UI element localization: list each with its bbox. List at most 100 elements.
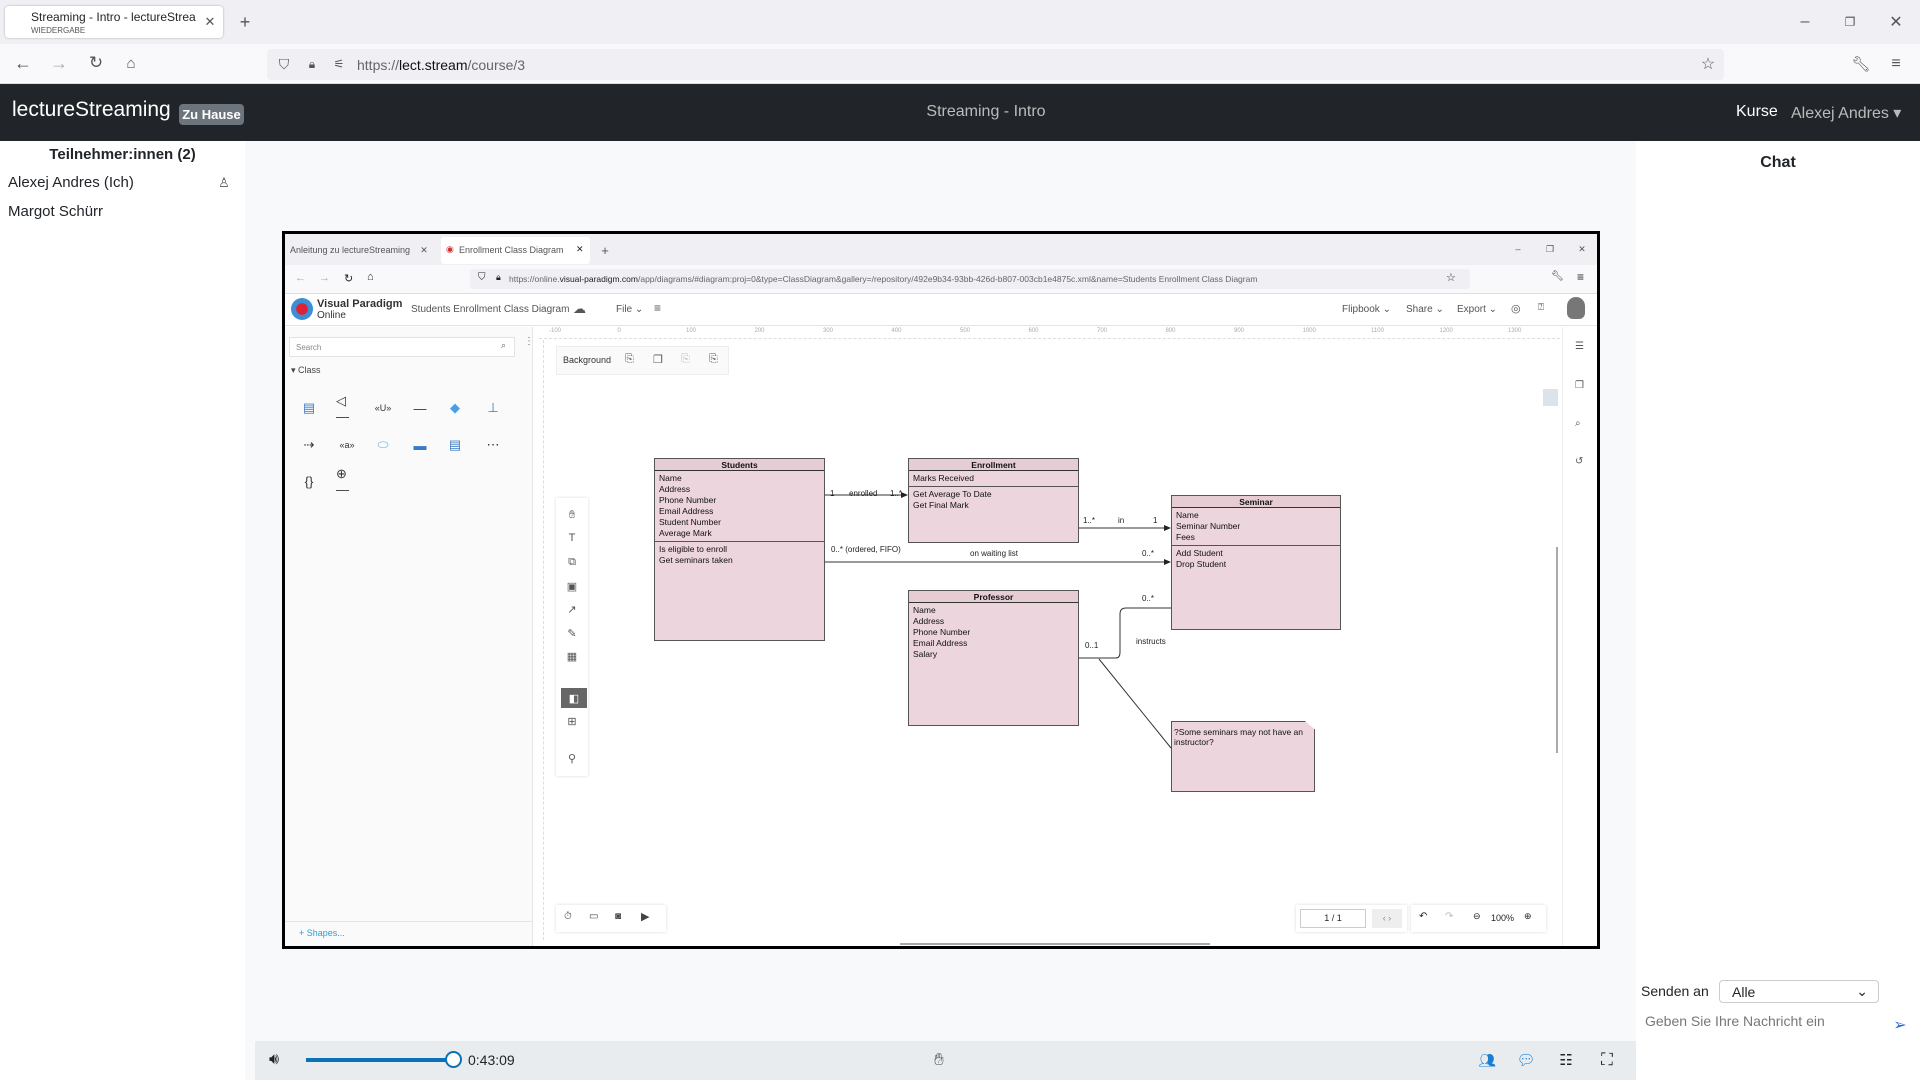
note-text: ?Some seminars may not have an instructo… xyxy=(1174,727,1303,747)
inner-close-icon: ✕ xyxy=(1578,243,1586,254)
class-name: Seminar xyxy=(1172,496,1340,508)
flipbook-label: Flipbook xyxy=(1342,304,1380,315)
recipient-value: Alle xyxy=(1732,984,1756,1000)
address-bar[interactable]: ⛉ 🔒︎ ⚟ https://lect.stream/course/3 ☆ xyxy=(267,49,1724,80)
note-icon: ▤ xyxy=(448,437,462,452)
association-label: enrolled xyxy=(849,489,878,498)
operations: Is eligible to enroll Get seminars taken xyxy=(655,542,824,568)
bookmark-star-icon[interactable]: ☆ xyxy=(1699,55,1717,73)
home-icon[interactable]: ⌂ xyxy=(121,53,141,73)
playback-time: 0:43:09 xyxy=(468,1052,515,1068)
close-tab-icon[interactable]: ✕ xyxy=(202,14,218,30)
comment-icon: ◙ xyxy=(615,911,622,922)
class-shape-icon: ▤ xyxy=(302,400,316,415)
minimize-icon[interactable]: – xyxy=(1795,12,1815,32)
back-icon[interactable]: ← xyxy=(13,53,33,73)
chat-icon[interactable]: 💬︎ xyxy=(1516,1050,1536,1070)
shield-icon[interactable]: ⛉ xyxy=(275,55,293,73)
ruler-tick: 800 xyxy=(1165,328,1176,334)
class-member: Address xyxy=(659,484,691,494)
inner-url: https://online.visual-paradigm.com/app/d… xyxy=(509,274,1257,284)
inner-home-icon: ⌂ xyxy=(367,271,374,283)
attributes: Name Address Phone Number Email Address Sala… xyxy=(909,603,1078,662)
close-window-icon[interactable]: ✕ xyxy=(1886,12,1906,32)
zoom-level: 100% xyxy=(1491,913,1515,923)
class-name: Professor xyxy=(909,591,1078,603)
brand[interactable]: lectureStreaming xyxy=(12,98,171,122)
bg-copy-icon: ❐ xyxy=(653,354,663,366)
ruler-tick: 700 xyxy=(1097,328,1108,334)
user-menu[interactable]: Alexej Andres ▾ xyxy=(1791,103,1901,123)
horizontal-scrollbar xyxy=(900,943,1210,945)
settings-sliders-icon[interactable]: ☷ xyxy=(1556,1050,1576,1070)
canvas-bottom-tools: ⏱︎ ▭ ◙ ▶ xyxy=(556,905,666,932)
attributes: Marks Received xyxy=(909,471,1078,487)
inner-tab[interactable]: Anleitung zu lectureStreaming xyxy=(290,245,410,255)
lock-icon[interactable]: 🔒︎ xyxy=(303,55,321,73)
volume-slider[interactable] xyxy=(306,1058,452,1062)
wrench-icon[interactable]: 🔧︎ xyxy=(1851,54,1871,74)
raise-hand-icon[interactable]: ✋︎ xyxy=(929,1049,949,1071)
zoom-out-icon: ⊖ xyxy=(1473,911,1481,921)
recipient-select[interactable]: Alle ⌄ xyxy=(1719,980,1879,1003)
vertical-scrollbar xyxy=(1556,547,1558,753)
send-icon[interactable]: ➢ xyxy=(1890,1015,1910,1035)
ruler-tick: 1200 xyxy=(1439,328,1453,334)
zoom-in-icon: ⊕ xyxy=(1524,911,1532,921)
courses-link[interactable]: Kurse xyxy=(1736,103,1778,121)
chat-panel: Chat Senden an Alle ⌄ Geben Sie Ihre Nach… xyxy=(1636,141,1920,1080)
page-indicator: 1 / 1 xyxy=(1300,909,1366,928)
search-icon: ⌕ xyxy=(1575,418,1581,429)
url-text[interactable]: https://lect.stream/course/3 xyxy=(357,57,525,73)
volume-slider-handle[interactable] xyxy=(445,1051,462,1068)
forward-icon[interactable]: → xyxy=(49,53,69,73)
vertical-ruler xyxy=(534,340,544,940)
class-member: Salary xyxy=(913,649,938,659)
ruler-tick: 1100 xyxy=(1371,328,1384,334)
presenter-icon: ♙ xyxy=(218,175,230,190)
bg-edit-icon: ⎘ xyxy=(709,353,718,365)
participants-icon[interactable]: 👥︎ xyxy=(1477,1050,1497,1070)
tab-title: Streaming - Intro - lectureStreaming xyxy=(31,10,196,24)
permissions-icon[interactable]: ⚟ xyxy=(330,55,348,73)
restore-icon[interactable]: ❐ xyxy=(1840,12,1860,32)
inner-close-tab-icon[interactable]: ✕ xyxy=(418,244,430,256)
inner-url-host: visual-paradigm.com xyxy=(559,274,638,284)
export-menu: Export ⌄ xyxy=(1457,304,1498,315)
containment-icon: ⊥ xyxy=(487,400,499,415)
inner-tab-active[interactable]: ◉ Enrollment Class Diagram ✕ xyxy=(441,237,590,264)
help-icon: ⍰ xyxy=(1538,302,1544,313)
anchor-icon: ⋯ xyxy=(486,437,500,452)
new-tab-icon[interactable]: + xyxy=(235,12,255,32)
home-badge[interactable]: Zu Hause xyxy=(179,104,244,125)
hamburger-icon: ≡ xyxy=(654,301,662,315)
url-scheme: https:// xyxy=(357,57,400,73)
fullscreen-icon[interactable]: ⛶ xyxy=(1597,1050,1617,1070)
menu-icon[interactable]: ≡ xyxy=(1886,54,1906,74)
inner-wrench-icon: 🔧︎ xyxy=(1551,271,1564,282)
participant-item[interactable]: Alexej Andres (Ich) xyxy=(8,174,134,191)
attributes: Name Address Phone Number Email Address Stud… xyxy=(655,471,824,542)
diamond-icon: ◆ xyxy=(450,400,460,415)
class-name: Enrollment xyxy=(909,459,1078,471)
class-member: Email Address xyxy=(659,506,714,516)
redo-icon: ↷ xyxy=(1445,911,1454,922)
ruler-tick: 400 xyxy=(891,328,902,334)
flipbook-menu: Flipbook ⌄ xyxy=(1342,304,1391,315)
participant-item[interactable]: Margot Schürr xyxy=(8,203,103,220)
message-input[interactable]: Geben Sie Ihre Nachricht ein xyxy=(1645,1013,1825,1029)
volume-icon[interactable]: 🔊︎ xyxy=(263,1050,285,1070)
reload-icon[interactable]: ↻ xyxy=(86,53,106,73)
present-icon: ▶ xyxy=(641,911,650,923)
undo-icon: ↶ xyxy=(1419,911,1428,922)
class-member: Name xyxy=(1176,510,1199,520)
inner-close-tab-icon[interactable]: ✕ xyxy=(576,244,584,255)
browser-tab[interactable]: Streaming - Intro - lectureStreaming WIE… xyxy=(5,6,223,38)
ruler-tick: 0 xyxy=(617,328,621,334)
player-controls: 🔊︎ 0:43:09 ✋︎ 👥︎ 💬︎ ☷ ⛶ xyxy=(255,1041,1636,1080)
ruler-tick: 900 xyxy=(1234,328,1245,334)
avatar xyxy=(1567,297,1585,319)
multiplicity-label: 1..* xyxy=(1083,516,1096,525)
vp-logo-text: Visual Paradigm xyxy=(317,298,403,310)
bg-disabled-icon: ⎘ xyxy=(681,353,690,365)
